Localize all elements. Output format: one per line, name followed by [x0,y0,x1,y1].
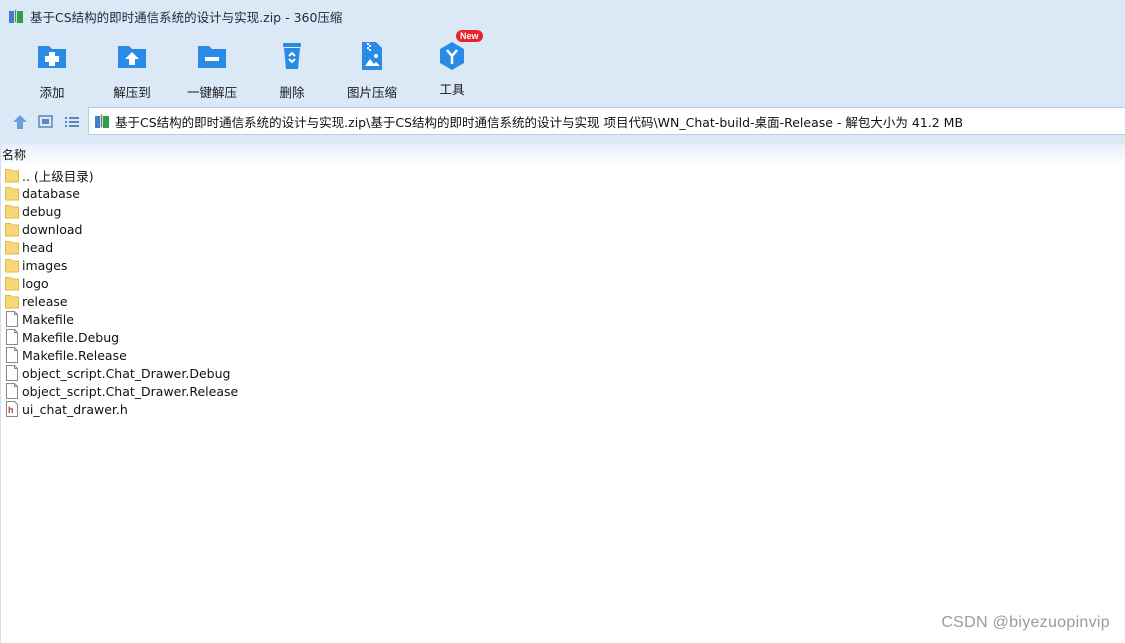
image-compress-icon [362,42,382,70]
delete-button[interactable]: 删除 [256,40,328,101]
svg-text:h: h [8,405,14,415]
title-bar: 基于CS结构的即时通信系统的设计与实现.zip - 360压缩 [0,0,1125,32]
address-bar: 基于CS结构的即时通信系统的设计与实现.zip\基于CS结构的即时通信系统的设计… [0,100,1125,144]
list-item[interactable]: debug [1,202,1125,220]
delete-icon [283,43,301,69]
window-title: 基于CS结构的即时通信系统的设计与实现.zip - 360压缩 [30,9,343,25]
folder-icon [5,241,19,255]
file-rows: .. (上级目录) database debug download head images… [1,166,1125,418]
list-item-name: debug [22,203,62,219]
column-header-name[interactable]: 名称 [1,144,1125,166]
list-item-name: Makefile.Release [22,347,127,363]
list-item-name: ui_chat_drawer.h [22,401,128,417]
list-item[interactable]: Makefile.Debug [1,328,1125,346]
list-item[interactable]: release [1,292,1125,310]
extract-to-icon [118,46,146,68]
list-item-name: download [22,221,83,237]
watermark: CSDN @biyezuopinvip [941,614,1110,631]
list-item[interactable]: h ui_chat_drawer.h [1,400,1125,418]
address-path-field[interactable]: 基于CS结构的即时通信系统的设计与实现.zip\基于CS结构的即时通信系统的设计… [88,107,1125,135]
list-item-name: object_script.Chat_Drawer.Release [22,383,239,399]
add-icon [38,46,66,68]
address-path-text: 基于CS结构的即时通信系统的设计与实现.zip\基于CS结构的即时通信系统的设计… [115,114,964,130]
list-item[interactable]: Makefile.Release [1,346,1125,364]
up-arrow-icon[interactable] [11,114,29,130]
list-item-name: images [22,257,68,273]
list-item[interactable]: images [1,256,1125,274]
folder-icon [5,169,19,183]
zip-archive-icon [9,9,23,23]
tools-icon-wrap: New [436,30,483,72]
list-item[interactable]: download [1,220,1125,238]
list-item-name: logo [22,275,49,291]
list-item-name: release [22,293,68,309]
folder-icon [5,259,19,273]
list-item-name: Makefile.Debug [22,329,120,345]
file-icon [6,329,18,345]
list-item[interactable]: head [1,238,1125,256]
add-button-label: 添加 [39,85,65,100]
file-icon [6,365,18,381]
list-item[interactable]: Makefile [1,310,1125,328]
one-click-extract-button-label: 一键解压 [186,85,237,100]
folder-icon [5,277,19,291]
image-compress-button[interactable]: 图片压缩 [336,40,408,101]
list-item[interactable]: object_script.Chat_Drawer.Debug [1,364,1125,382]
file-icon [6,347,18,363]
list-item[interactable]: logo [1,274,1125,292]
list-item[interactable]: database [1,184,1125,202]
list-item-name: database [22,185,80,201]
delete-button-label: 删除 [279,85,305,100]
zip-archive-icon [95,114,109,128]
list-item[interactable]: object_script.Chat_Drawer.Release [1,382,1125,400]
toolbar: 添加 解压到 一键解压 删除 图片压缩 New 工具 [0,30,1125,101]
extract-to-button-label: 解压到 [113,85,151,100]
list-item-name: object_script.Chat_Drawer.Debug [22,365,231,381]
list-item-name: head [22,239,54,255]
add-button[interactable]: 添加 [16,40,88,101]
file-icon [6,311,18,327]
new-badge: New [456,30,483,42]
file-list: 名称 .. (上级目录) database debug download head ima… [0,144,1125,643]
extract-to-button[interactable]: 解压到 [96,40,168,101]
one-click-extract-button[interactable]: 一键解压 [176,40,248,101]
image-compress-button-label: 图片压缩 [346,85,397,100]
folder-icon [5,205,19,219]
folder-icon [5,223,19,237]
tools-button-label: 工具 [439,82,465,97]
list-item[interactable]: .. (上级目录) [1,166,1125,184]
one-click-extract-icon [198,46,226,68]
folder-icon [5,295,19,309]
tools-button[interactable]: New 工具 [416,30,488,98]
tools-icon [440,42,464,70]
header-file-icon: h [6,401,18,417]
folder-icon [5,187,19,201]
file-icon [6,383,18,399]
list-item-name: .. (上级目录) [22,168,94,184]
list-item-name: Makefile [22,311,74,327]
thumbnail-view-icon[interactable] [37,114,55,130]
list-view-icon[interactable] [63,114,81,130]
